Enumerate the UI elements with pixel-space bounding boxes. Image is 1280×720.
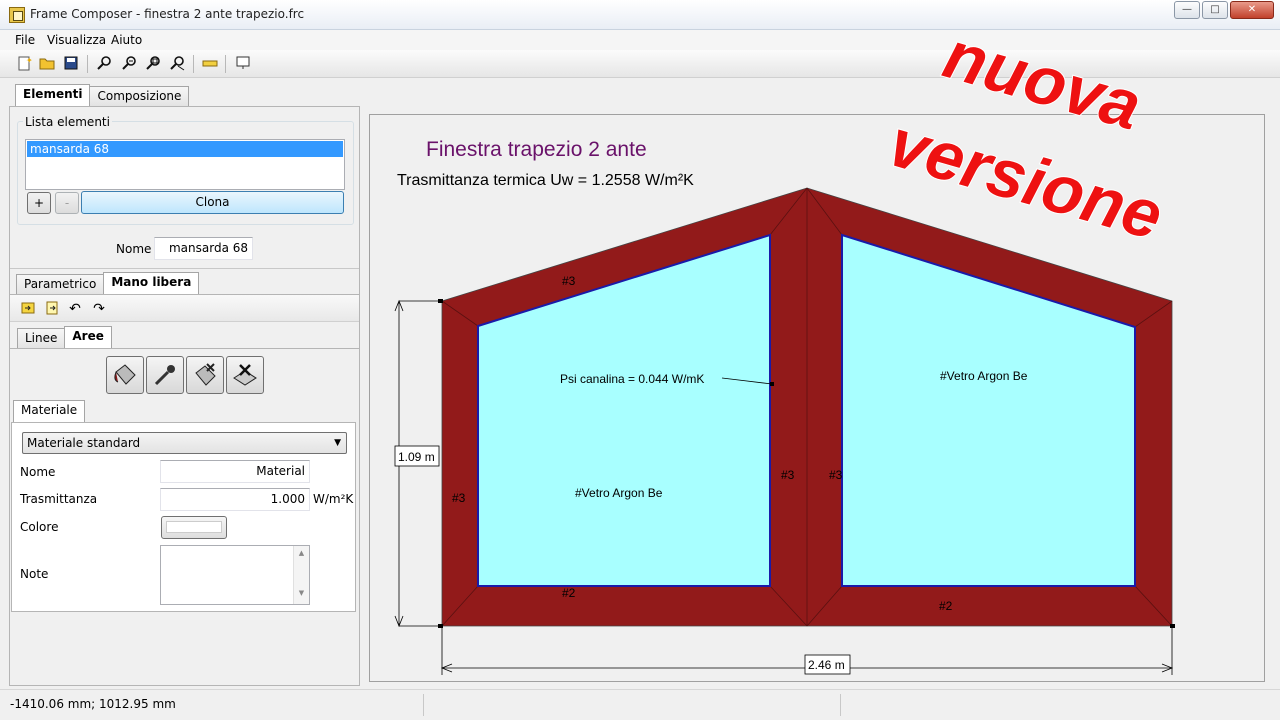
psi-annotation: Psi canalina = 0.044 W/mK: [560, 372, 704, 386]
svg-text:✦: ✦: [26, 56, 32, 65]
profile-label-bottom-left: #2: [562, 586, 576, 600]
glass-label-right: #Vetro Argon Be: [940, 369, 1028, 383]
open-folder-icon[interactable]: [38, 55, 56, 73]
color-picker-button[interactable]: [161, 516, 227, 539]
tab-elements[interactable]: Elementi: [15, 84, 91, 106]
profile-label-mid-left: #3: [781, 468, 795, 482]
zoom-reset-icon[interactable]: [168, 55, 186, 73]
freehand-toolbar: [10, 294, 359, 322]
replace-fill-button[interactable]: [186, 356, 224, 394]
main-tabs: Elementi Composizione: [15, 84, 190, 106]
element-list[interactable]: mansarda 68: [25, 139, 345, 190]
material-name-field[interactable]: Material: [160, 460, 310, 483]
height-dim-label: 1.09 m: [398, 450, 435, 464]
cursor-coordinates: -1410.06 mm; 1012.95 mm: [10, 697, 176, 711]
chevron-down-icon: ▼: [334, 438, 341, 448]
eyedropper-button[interactable]: [146, 356, 184, 394]
export-icon[interactable]: [43, 300, 61, 318]
drawing-canvas[interactable]: Finestra trapezio 2 ante Trasmittanza te…: [369, 114, 1265, 682]
vertex-marker[interactable]: [1170, 624, 1175, 628]
tab-composition[interactable]: Composizione: [89, 86, 190, 106]
material-name-label: Nome: [20, 465, 56, 479]
profile-label-top: #3: [562, 274, 576, 288]
drawing-title: Finestra trapezio 2 ante: [426, 138, 647, 161]
maximize-button[interactable]: □: [1202, 1, 1228, 19]
fill-bucket-button[interactable]: [106, 356, 144, 394]
save-icon[interactable]: [62, 55, 80, 73]
element-list-label: Lista elementi: [23, 115, 112, 129]
notes-scrollbar[interactable]: ▲ ▼: [293, 546, 309, 604]
clone-button[interactable]: Clona: [81, 191, 344, 214]
clear-fill-button[interactable]: [226, 356, 264, 394]
window-drawing[interactable]: Finestra trapezio 2 ante Trasmittanza te…: [370, 115, 1264, 681]
undo-icon[interactable]: ↶: [66, 300, 84, 318]
transmittance-unit: W/m²K: [313, 492, 354, 506]
psi-anchor: [770, 382, 774, 386]
ruler-icon[interactable]: [201, 55, 219, 73]
transmittance-field[interactable]: 1.000: [160, 488, 310, 511]
window-title: Frame Composer - finestra 2 ante trapezi…: [30, 7, 305, 21]
status-bar: -1410.06 mm; 1012.95 mm: [0, 689, 1280, 720]
notes-textarea[interactable]: ▲ ▼: [160, 545, 310, 605]
new-file-icon[interactable]: ✦: [15, 55, 33, 73]
minimize-button[interactable]: —: [1174, 1, 1200, 19]
menu-file[interactable]: File: [15, 33, 35, 47]
redo-icon[interactable]: ↷: [90, 300, 108, 318]
zoom-out-icon[interactable]: [120, 55, 138, 73]
tab-material[interactable]: Materiale: [13, 400, 86, 422]
edit-tabs: Parametrico Mano libera: [16, 272, 200, 294]
name-label: Nome: [116, 242, 152, 256]
material-select[interactable]: Materiale standard ▼: [22, 432, 347, 454]
color-swatch: [166, 521, 222, 533]
material-select-value: Materiale standard: [27, 436, 141, 450]
zoom-fit-icon[interactable]: [144, 55, 162, 73]
vertex-marker[interactable]: [438, 299, 443, 303]
tab-areas[interactable]: Aree: [64, 326, 112, 348]
close-button[interactable]: ✕: [1230, 1, 1274, 19]
drawing-subtitle: Trasmittanza termica Uw = 1.2558 W/m²K: [397, 172, 694, 189]
menu-view[interactable]: Visualizza: [47, 33, 106, 47]
notes-label: Note: [20, 567, 49, 581]
list-item[interactable]: mansarda 68: [27, 141, 343, 157]
profile-label-bottom-right: #2: [939, 599, 953, 613]
glass-label-left: #Vetro Argon Be: [575, 486, 663, 500]
width-dim-label: 2.46 m: [808, 658, 845, 672]
profile-label-mid-right: #3: [829, 468, 843, 482]
transmittance-label: Trasmittanza: [20, 492, 98, 506]
app-icon: [9, 7, 25, 23]
profile-label-left: #3: [452, 491, 466, 505]
remove-element-button[interactable]: -: [55, 192, 79, 214]
title-bar: Frame Composer - finestra 2 ante trapezi…: [0, 0, 1280, 30]
add-element-button[interactable]: +: [27, 192, 51, 214]
monitor-icon[interactable]: [234, 55, 252, 73]
tab-freehand[interactable]: Mano libera: [103, 272, 200, 294]
name-field[interactable]: mansarda 68: [154, 237, 253, 260]
toolbar: ✦: [0, 50, 1280, 78]
tab-parametric[interactable]: Parametrico: [16, 274, 105, 294]
menu-help[interactable]: Aiuto: [111, 33, 142, 47]
menu-bar: File Visualizza Aiuto: [0, 30, 1280, 50]
zoom-in-icon[interactable]: [95, 55, 113, 73]
material-tabs: Materiale: [13, 400, 86, 422]
color-label: Colore: [20, 520, 59, 534]
import-icon[interactable]: [19, 300, 37, 318]
tab-lines[interactable]: Linee: [17, 328, 66, 348]
sub-tabs: Linee Aree: [17, 326, 112, 348]
